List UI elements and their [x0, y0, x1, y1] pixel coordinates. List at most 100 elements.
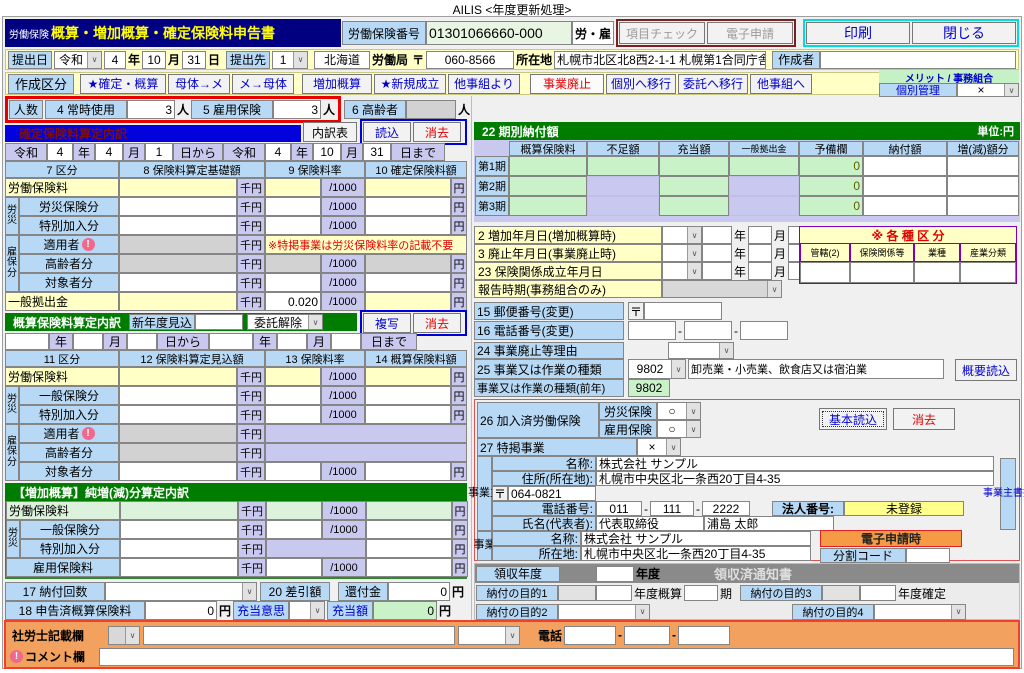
- category-haishi-button[interactable]: 事業廃止: [530, 73, 604, 94]
- f18-input[interactable]: 0: [145, 601, 217, 620]
- zogen-cell[interactable]: [947, 196, 1019, 216]
- rate-input[interactable]: [266, 501, 322, 520]
- f5-koyou-input[interactable]: 3: [273, 100, 322, 119]
- sharoushi-name-input[interactable]: [143, 625, 456, 645]
- nofu-cell[interactable]: [863, 156, 947, 176]
- f16-tel2-input[interactable]: [684, 321, 732, 340]
- owner-tel3-input[interactable]: 2222: [702, 501, 750, 516]
- rate-input[interactable]: [265, 462, 321, 481]
- footer-tel2-input[interactable]: [624, 625, 671, 645]
- f6-korei-input[interactable]: [406, 100, 457, 119]
- basis-input[interactable]: [119, 254, 237, 273]
- period-month2-input[interactable]: 10: [313, 143, 341, 161]
- f16-tel3-input[interactable]: [740, 321, 788, 340]
- category-me-botai-button[interactable]: メ→母体: [232, 73, 294, 94]
- rate-input[interactable]: [265, 405, 321, 424]
- basis-input[interactable]: [119, 462, 237, 481]
- period-month-input[interactable]: [73, 333, 103, 350]
- f17-select[interactable]: [105, 582, 257, 601]
- f25-name-input[interactable]: 卸売業・小売業、飲食店又は宿泊業: [688, 359, 944, 379]
- era-select[interactable]: 令和: [54, 50, 102, 69]
- uchiwake-button[interactable]: 内訳表: [303, 122, 357, 142]
- amount-input[interactable]: [365, 292, 451, 311]
- itaku-kaijo-select[interactable]: 委託解除: [247, 314, 324, 330]
- basis-input[interactable]: [119, 424, 237, 443]
- f16-tel1-input[interactable]: [628, 321, 676, 340]
- gaisan-kesu-button[interactable]: 消去: [413, 313, 461, 333]
- print-button[interactable]: 印刷: [806, 22, 910, 44]
- juto-gaku-input[interactable]: 0: [373, 601, 438, 620]
- f2-month-input[interactable]: [748, 226, 773, 244]
- shinnendo-input[interactable]: [195, 314, 244, 330]
- rate-input[interactable]: [266, 558, 322, 577]
- basis-input[interactable]: [119, 273, 237, 292]
- basis-input[interactable]: [120, 501, 238, 520]
- mokuteki1-ki-input[interactable]: [684, 585, 719, 601]
- amount-input[interactable]: [365, 367, 451, 386]
- dest-select[interactable]: 1: [272, 50, 309, 69]
- kobetsu-kanri-select[interactable]: ×: [957, 83, 1019, 97]
- juto-ishi-select[interactable]: [289, 601, 326, 620]
- basis-input[interactable]: [120, 520, 238, 539]
- category-tajiso-e-button[interactable]: 他事組へ: [750, 73, 812, 94]
- amount-input[interactable]: [365, 273, 451, 292]
- item-check-button[interactable]: 項目チェック: [619, 22, 705, 44]
- period-day2-input[interactable]: [331, 333, 361, 350]
- mokuteki3-input[interactable]: [860, 585, 897, 601]
- box26-kesu-button[interactable]: 消去: [893, 408, 955, 430]
- kakutei-kesu-button[interactable]: 消去: [413, 122, 461, 142]
- basis-input[interactable]: [119, 216, 237, 235]
- basis-input[interactable]: [120, 539, 238, 558]
- f15-postal-input[interactable]: [644, 302, 722, 320]
- rousai-select[interactable]: ○: [657, 402, 701, 420]
- amount-input[interactable]: [365, 386, 451, 405]
- yomikomi-button[interactable]: 読込: [363, 122, 411, 142]
- rate-input[interactable]: [265, 386, 321, 405]
- sharoushi-sub-select[interactable]: [458, 625, 521, 645]
- category-tajiso-yori-button[interactable]: 他事組より: [448, 73, 520, 94]
- f2-era-select[interactable]: [662, 226, 702, 244]
- basis-input[interactable]: [119, 367, 237, 386]
- owner-tel1-input[interactable]: 011: [596, 501, 642, 516]
- basis-input[interactable]: [119, 386, 237, 405]
- bureau-address-input[interactable]: 札幌市北区北8西2-1-1 札幌第1合同庁舎: [554, 50, 767, 69]
- amount-input[interactable]: [365, 197, 451, 216]
- basis-input[interactable]: [119, 235, 237, 254]
- gaiyou-yomikomi-button[interactable]: 概要読込: [955, 359, 1017, 381]
- submit-day-input[interactable]: 31: [182, 50, 207, 69]
- category-kobetsu-ikou-button[interactable]: 個別へ移行: [606, 73, 676, 94]
- business-addr-input[interactable]: 札幌市中央区北一条西20丁目4-35: [581, 546, 811, 561]
- amount-input[interactable]: [365, 216, 451, 235]
- owner-rep-name-input[interactable]: 浦島 太郎: [704, 516, 834, 531]
- denshi-shinsei-button[interactable]: 電子申請時: [820, 530, 962, 547]
- bunkatsu-input[interactable]: [906, 548, 950, 563]
- f3-month-input[interactable]: [748, 244, 773, 262]
- category-kakutei-gaisan-button[interactable]: ★確定・概算: [80, 73, 166, 94]
- footer-tel1-input[interactable]: [564, 625, 617, 645]
- amount-input[interactable]: [366, 520, 452, 539]
- category-shinki-button[interactable]: ★新規成立: [374, 73, 446, 94]
- category-zouka-button[interactable]: 増加概算: [302, 73, 372, 94]
- nofu-cell[interactable]: [863, 176, 947, 196]
- period-year2-input[interactable]: 4: [265, 143, 291, 161]
- f23-year-input[interactable]: [702, 262, 732, 280]
- f3-year-input[interactable]: [702, 244, 732, 262]
- basis-input[interactable]: [119, 443, 237, 462]
- basis-input[interactable]: [119, 405, 237, 424]
- gen-rate-input[interactable]: 0.020: [265, 292, 321, 311]
- ryoshu-nendo-input[interactable]: [596, 565, 634, 582]
- owner-postal-input[interactable]: 064-0821: [508, 486, 596, 501]
- amount-input[interactable]: [366, 501, 452, 520]
- fukusha-button[interactable]: 複写: [363, 313, 411, 333]
- zogen-cell[interactable]: [947, 176, 1019, 196]
- rate-input[interactable]: [265, 216, 321, 235]
- category-itaku-ikou-button[interactable]: 委託へ移行: [678, 73, 748, 94]
- period-year-input[interactable]: [5, 333, 49, 350]
- rate-input[interactable]: [265, 178, 321, 197]
- zogen-cell[interactable]: [947, 156, 1019, 176]
- period-month2-input[interactable]: [277, 333, 307, 350]
- f3-era-select[interactable]: [662, 244, 702, 262]
- submit-year-input[interactable]: 4: [104, 50, 126, 69]
- f24-select[interactable]: [668, 342, 734, 359]
- period-day-input[interactable]: [127, 333, 157, 350]
